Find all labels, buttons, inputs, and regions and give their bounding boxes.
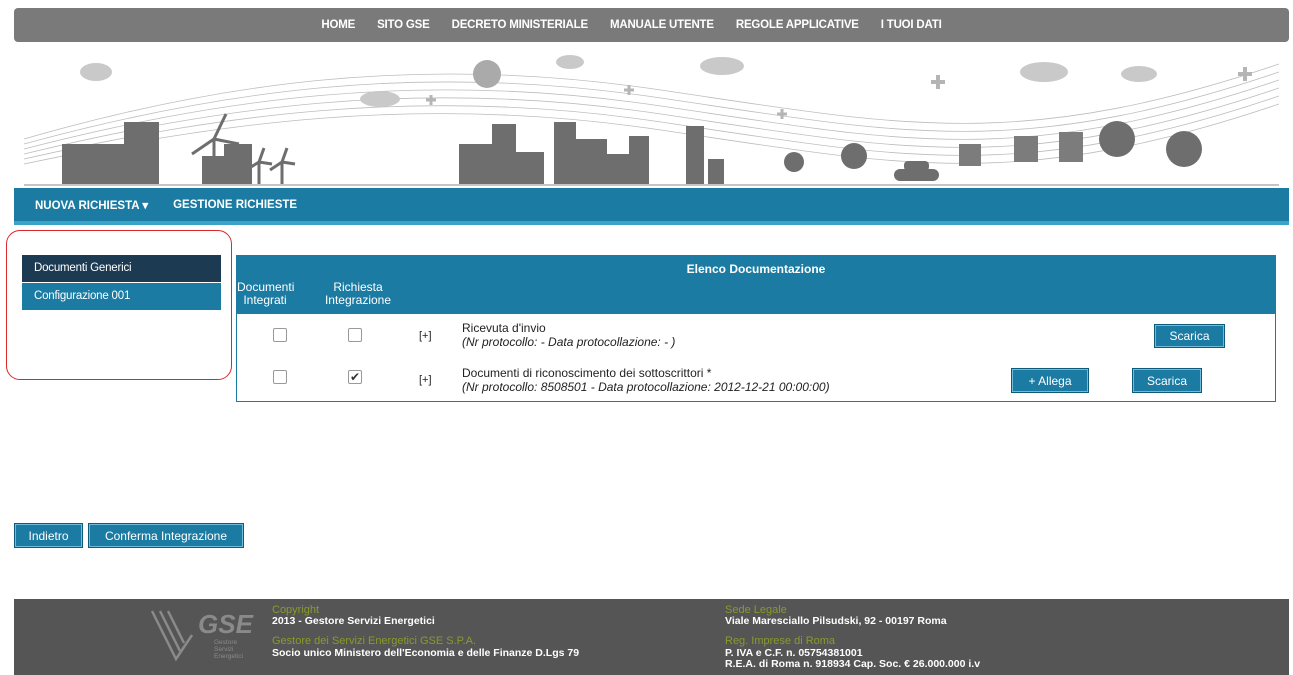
conferma-integrazione-button[interactable]: Conferma Integrazione: [88, 523, 244, 548]
scarica-button[interactable]: Scarica: [1154, 324, 1225, 348]
top-nav: HOME SITO GSE DECRETO MINISTERIALE MANUA…: [14, 8, 1289, 42]
gestione-richieste-link[interactable]: GESTIONE RICHIESTE: [173, 199, 297, 211]
copyright-value: 2013 - Gestore Servizi Energetici: [272, 615, 435, 627]
expand-toggle[interactable]: [+]: [419, 330, 432, 342]
sidebar-item-configurazione-001[interactable]: Configurazione 001: [22, 283, 221, 310]
gse-logo-subtitle: Gestore Servizi Energetici: [214, 639, 243, 660]
richiesta-integrazione-checkbox[interactable]: [348, 328, 362, 342]
allega-button[interactable]: + Allega: [1011, 368, 1089, 393]
document-title: Documenti di riconoscimento dei sottoscr…: [462, 366, 712, 380]
header-banner: [14, 44, 1289, 186]
company-value: Socio unico Ministero dell'Economia e de…: [272, 647, 580, 659]
documenti-integrati-checkbox[interactable]: [273, 370, 287, 384]
sub-nav: NUOVA RICHIESTA ▾ GESTIONE RICHIESTE: [14, 188, 1289, 225]
gse-logo: GSE Gestore Servizi Energetici: [146, 605, 256, 665]
nuova-richiesta-menu[interactable]: NUOVA RICHIESTA ▾: [35, 198, 148, 212]
nav-decreto-ministeriale[interactable]: DECRETO MINISTERIALE: [452, 19, 589, 31]
expand-toggle[interactable]: [+]: [419, 374, 432, 386]
col-richiesta-integrazione: Richiesta Integrazione: [324, 280, 392, 307]
nav-i-tuoi-dati[interactable]: I TUOI DATI: [881, 19, 942, 31]
richiesta-integrazione-checkbox-checked[interactable]: ✔: [348, 370, 362, 384]
footer: GSE Gestore Servizi Energetici Copyright…: [14, 599, 1289, 675]
nav-manuale-utente[interactable]: MANUALE UTENTE: [610, 19, 714, 31]
documentation-panel: Elenco Documentazione Documenti Integrat…: [236, 255, 1276, 402]
city-energy-illustration: [23, 55, 1280, 186]
scarica-button[interactable]: Scarica: [1132, 368, 1202, 393]
document-title: Ricevuta d'invio: [462, 321, 546, 335]
col-documenti-integrati: Documenti Integrati: [237, 280, 295, 307]
sidebar-item-documenti-generici[interactable]: Documenti Generici: [22, 255, 221, 282]
document-protocol: (Nr protocollo: - Data protocollazione: …: [462, 335, 676, 349]
sede-value: Viale Maresciallo Pilsudski, 92 - 00197 …: [725, 615, 947, 627]
reg-value-2: R.E.A. di Roma n. 918934 Cap. Soc. € 26.…: [725, 658, 981, 670]
nav-sito-gse[interactable]: SITO GSE: [377, 19, 430, 31]
panel-header: Elenco Documentazione Documenti Integrat…: [237, 256, 1275, 314]
nav-regole-applicative[interactable]: REGOLE APPLICATIVE: [736, 19, 859, 31]
document-protocol: (Nr protocollo: 8508501 - Data protocoll…: [462, 380, 830, 394]
documenti-integrati-checkbox[interactable]: [273, 328, 287, 342]
panel-title: Elenco Documentazione: [686, 262, 826, 276]
gse-logo-text: GSE: [198, 609, 253, 639]
company-label: Gestore dei Servizi Energetici GSE S.P.A…: [272, 635, 476, 647]
nav-home[interactable]: HOME: [321, 19, 355, 31]
reg-label: Reg. Imprese di Roma: [725, 635, 836, 647]
indietro-button[interactable]: Indietro: [14, 523, 83, 548]
